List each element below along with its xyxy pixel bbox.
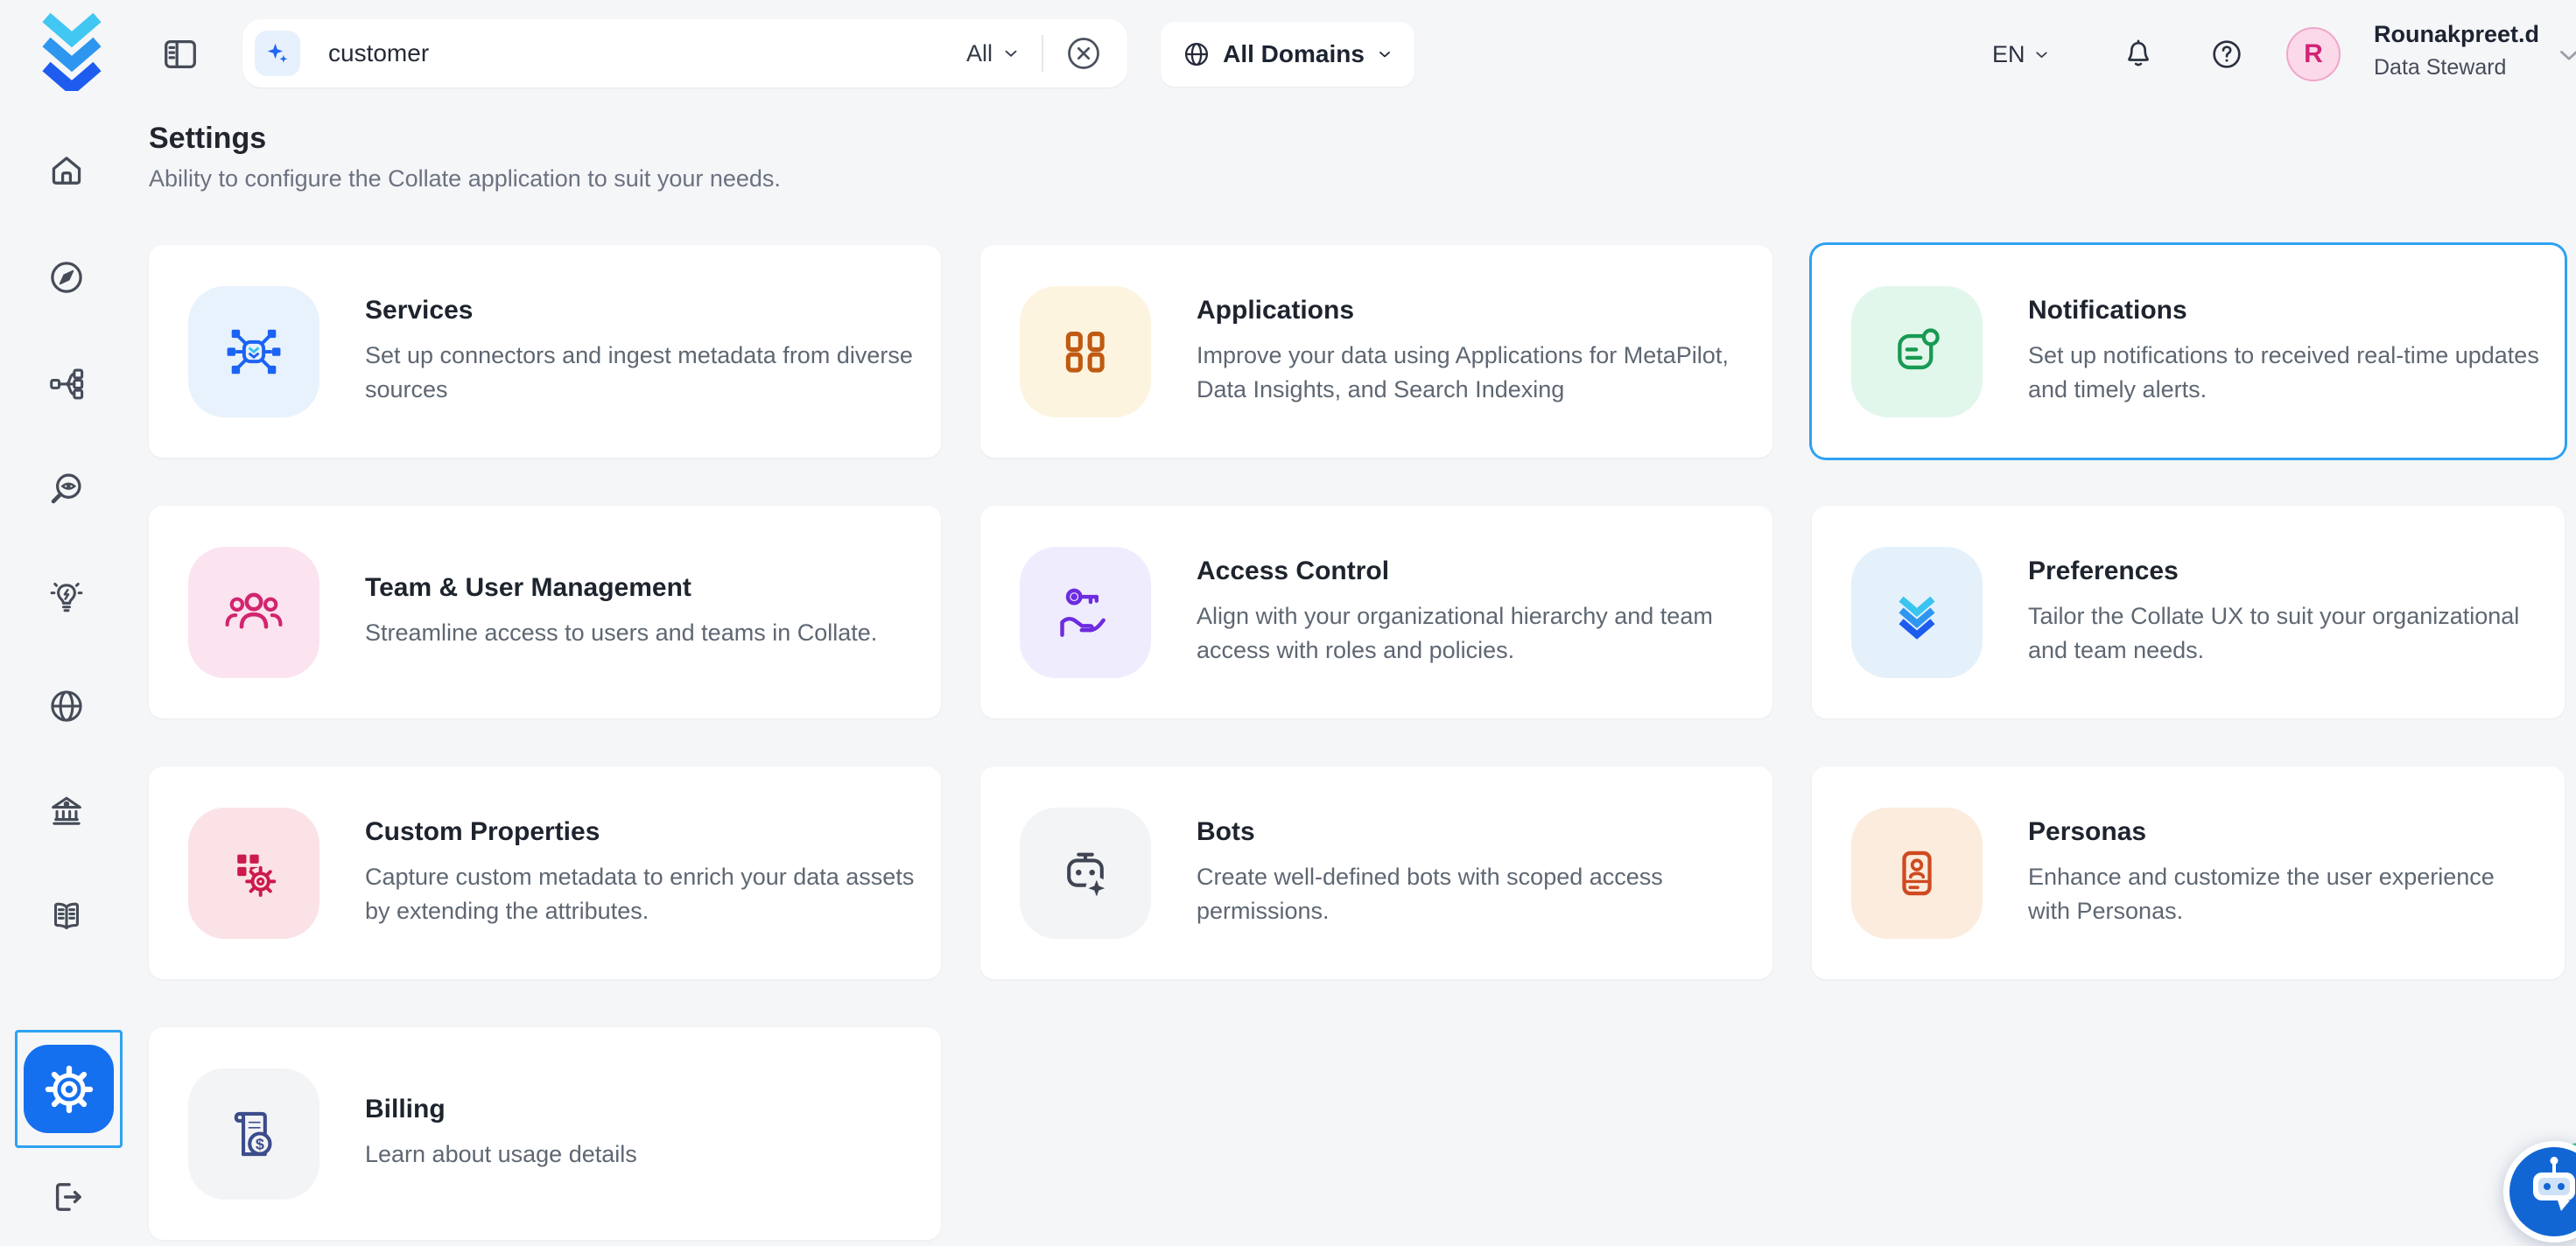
card-title: Custom Properties [365, 817, 916, 847]
custom-properties-icon [188, 808, 319, 939]
domains-label: All Domains [1223, 40, 1365, 68]
card-title: Services [365, 296, 916, 326]
personas-icon [1851, 808, 1983, 939]
flow-tree-icon [46, 363, 87, 403]
sidebar-item-domains[interactable] [46, 686, 87, 726]
search-divider [1042, 35, 1043, 72]
sidebar-item-settings-active[interactable] [15, 1030, 123, 1148]
page-title: Settings [149, 122, 266, 156]
sidebar-item-insights[interactable] [46, 578, 87, 618]
chevron-down-icon [1376, 46, 1393, 63]
notifications-icon [1851, 286, 1983, 417]
svg-text:$: $ [256, 1135, 264, 1152]
chevron-down-icon [1001, 44, 1021, 63]
card-description: Set up notifications to received real-ti… [2028, 339, 2540, 407]
card-notifications[interactable]: Notifications Set up notifications to re… [1812, 245, 2565, 458]
robot-icon [2500, 1138, 2576, 1246]
card-title: Access Control [1197, 556, 1748, 586]
logout-icon [46, 1177, 87, 1217]
card-applications[interactable]: Applications Improve your data using App… [980, 245, 1772, 458]
applications-icon [1020, 286, 1151, 417]
card-description: Enhance and customize the user experienc… [2028, 860, 2540, 928]
card-title: Preferences [2028, 556, 2540, 586]
help-icon[interactable] [2209, 37, 2244, 72]
access-control-icon [1020, 547, 1151, 678]
chevron-down-icon [2032, 46, 2051, 64]
card-description: Set up connectors and ingest metadata fr… [365, 339, 916, 407]
user-role: Data Steward [2374, 55, 2539, 80]
domains-dropdown[interactable]: All Domains [1161, 22, 1414, 87]
card-title: Team & User Management [365, 573, 916, 603]
card-description: Improve your data using Applications for… [1197, 339, 1748, 407]
card-title: Bots [1197, 817, 1748, 847]
card-description: Create well-defined bots with scoped acc… [1197, 860, 1748, 928]
notifications-bell-icon[interactable] [2121, 37, 2156, 72]
chat-bot-button[interactable] [2500, 1138, 2576, 1246]
bots-icon [1020, 808, 1151, 939]
settings-card-grid: Services Set up connectors and ingest me… [149, 245, 2565, 1240]
bank-icon [46, 791, 87, 831]
services-icon [188, 286, 319, 417]
card-description: Tailor the Collate UX to suit your organ… [2028, 599, 2540, 668]
avatar-initial: R [2304, 39, 2323, 69]
language-label: EN [1992, 41, 2025, 68]
card-preferences[interactable]: Preferences Tailor the Collate UX to sui… [1812, 506, 2565, 718]
user-avatar[interactable]: R [2286, 27, 2341, 81]
globe-icon [1182, 39, 1211, 69]
magnifier-eye-icon [46, 468, 87, 508]
card-title: Applications [1197, 296, 1748, 326]
sidebar-item-lineage[interactable] [46, 363, 87, 403]
sidebar-item-govern[interactable] [46, 791, 87, 831]
card-description: Capture custom metadata to enrich your d… [365, 860, 916, 928]
card-billing[interactable]: $ Billing Learn about usage details [149, 1027, 941, 1240]
card-custom-properties[interactable]: Custom Properties Capture custom metadat… [149, 766, 941, 979]
card-description: Align with your organizational hierarchy… [1197, 599, 1748, 668]
ai-sparkle-icon[interactable] [255, 31, 300, 76]
sidebar [0, 0, 133, 1246]
book-icon [46, 896, 87, 936]
sidebar-item-glossary[interactable] [46, 896, 87, 936]
sidebar-item-logout[interactable] [46, 1177, 87, 1217]
settings-active-button[interactable] [24, 1045, 114, 1133]
user-profile[interactable]: Rounakpreet.d Data Steward [2374, 21, 2539, 80]
card-access-control[interactable]: Access Control Align with your organizat… [980, 506, 1772, 718]
home-icon [46, 150, 87, 191]
billing-icon: $ [188, 1068, 319, 1200]
search-input[interactable] [326, 38, 966, 68]
page-subtitle: Ability to configure the Collate applica… [149, 165, 781, 192]
card-title: Billing [365, 1095, 916, 1124]
clear-search-button[interactable] [1064, 34, 1103, 73]
card-services[interactable]: Services Set up connectors and ingest me… [149, 245, 941, 458]
global-search-bar[interactable]: All [242, 19, 1127, 88]
compass-icon [46, 257, 87, 298]
card-title: Notifications [2028, 296, 2540, 326]
sidebar-toggle-icon[interactable] [160, 34, 200, 74]
card-title: Personas [2028, 817, 2540, 847]
lightbulb-icon [46, 578, 87, 618]
search-scope-dropdown[interactable]: All [966, 40, 1021, 67]
search-scope-label: All [966, 40, 993, 67]
card-description: Learn about usage details [365, 1138, 916, 1172]
profile-chevron-icon[interactable] [2554, 40, 2576, 70]
sidebar-item-observability[interactable] [46, 468, 87, 508]
team-icon [188, 547, 319, 678]
user-name: Rounakpreet.d [2374, 21, 2539, 48]
globe-icon [46, 686, 87, 726]
sidebar-item-explore[interactable] [46, 257, 87, 298]
language-dropdown[interactable]: EN [1992, 0, 2051, 108]
card-personas[interactable]: Personas Enhance and customize the user … [1812, 766, 2565, 979]
card-description: Streamline access to users and teams in … [365, 616, 916, 650]
gear-icon [45, 1065, 94, 1114]
sidebar-item-home[interactable] [46, 150, 87, 191]
card-bots[interactable]: Bots Create well-defined bots with scope… [980, 766, 1772, 979]
card-team-user-management[interactable]: Team & User Management Streamline access… [149, 506, 941, 718]
preferences-icon [1851, 547, 1983, 678]
